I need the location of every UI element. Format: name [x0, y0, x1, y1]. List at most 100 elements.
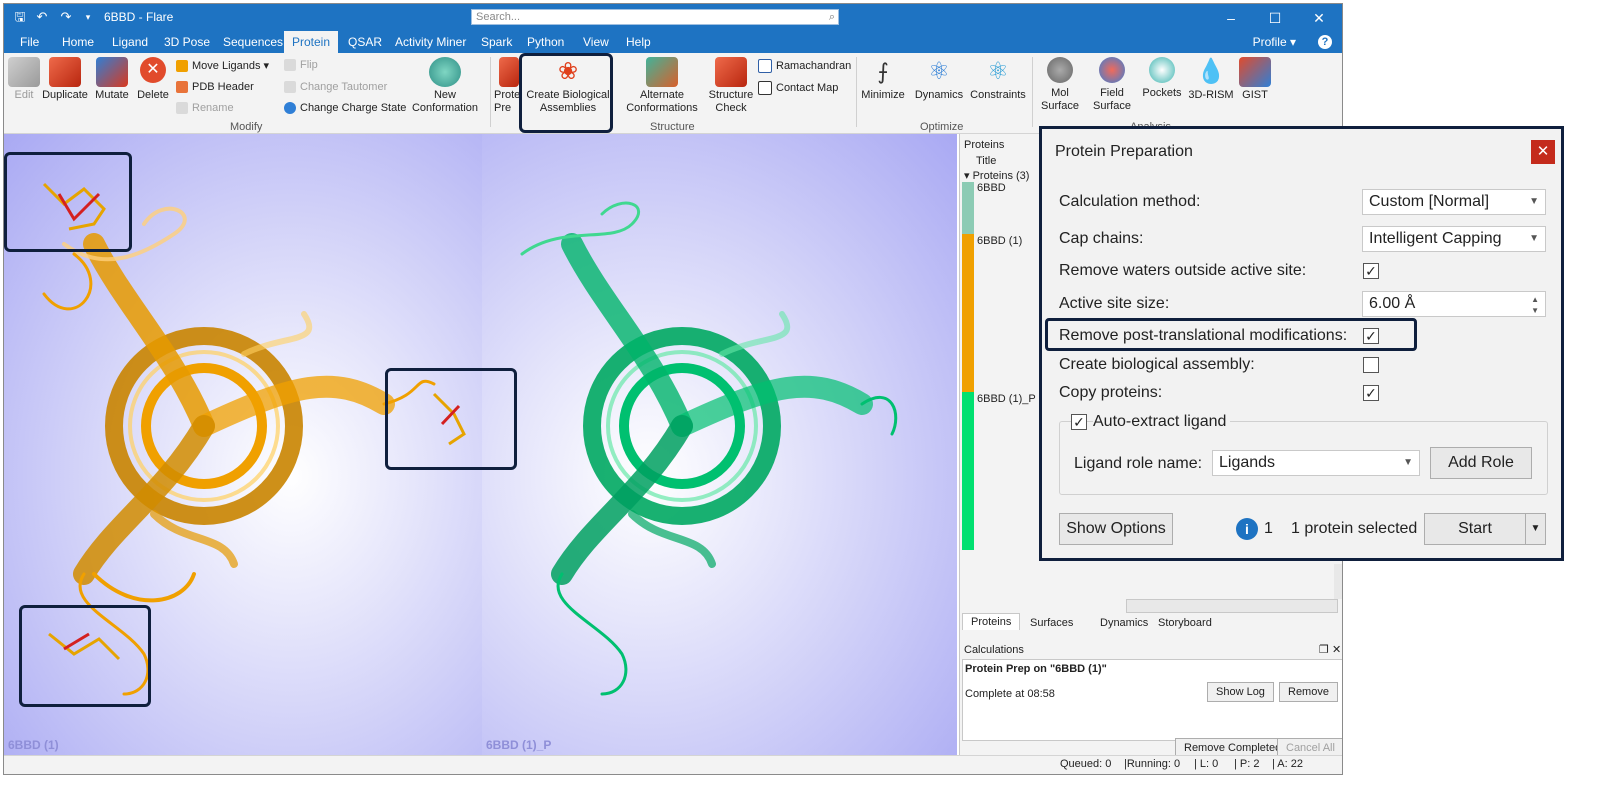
menu-ligand[interactable]: Ligand: [112, 35, 148, 49]
mol-surface-button[interactable]: Mol Surface: [1038, 57, 1082, 113]
copy-proteins-label: Copy proteins:: [1059, 384, 1163, 401]
search-icon[interactable]: ⌕: [829, 10, 835, 24]
title-column-header[interactable]: Title: [976, 155, 996, 167]
spinner-arrows-icon[interactable]: ▲ ▼: [1531, 294, 1539, 316]
proteins-group-row[interactable]: ▾ Proteins (3): [964, 169, 1029, 182]
protein-row-2[interactable]: 6BBD (1): [977, 235, 1022, 247]
constraints-button[interactable]: ⚛ Constraints: [970, 57, 1026, 102]
active-site-label: Active site size:: [1059, 295, 1170, 312]
contact-map-button[interactable]: Contact Map: [758, 81, 838, 95]
close-window-icon[interactable]: ✕: [1304, 7, 1334, 29]
pockets-label: Pockets: [1142, 87, 1182, 99]
quick-access-dropdown-icon[interactable]: ▾: [80, 9, 96, 25]
menu-bar: File Home Ligand 3D Pose Sequences Prote…: [4, 31, 1342, 53]
menu-help[interactable]: Help: [626, 35, 651, 49]
change-tautomer-button[interactable]: Change Tautomer: [284, 81, 387, 94]
remove-waters-checkbox[interactable]: ✓: [1363, 263, 1379, 279]
pdb-header-button[interactable]: PDB Header: [176, 81, 254, 94]
collapse-icon[interactable]: ▾: [964, 170, 970, 182]
flip-button[interactable]: Flip: [284, 59, 318, 72]
undo-icon[interactable]: ↶: [34, 9, 50, 25]
redo-icon[interactable]: ↷: [58, 9, 74, 25]
dialog-close-icon[interactable]: ✕: [1531, 140, 1555, 164]
menu-3d-pose[interactable]: 3D Pose: [164, 35, 210, 49]
show-options-button[interactable]: Show Options: [1059, 513, 1173, 545]
profile-menu[interactable]: Profile ▾: [1253, 35, 1296, 49]
menu-protein[interactable]: Protein: [284, 31, 339, 53]
active-site-size-spinner[interactable]: 6.00 Å ▲ ▼: [1362, 291, 1546, 317]
protein-color-strip-1: [962, 182, 974, 234]
alt-conf-label-1: Alternate: [639, 89, 685, 101]
ramachandran-button[interactable]: Ramachandran: [758, 59, 851, 73]
structure-check-button[interactable]: Structure Check: [706, 57, 756, 115]
info-icon[interactable]: i: [1236, 518, 1258, 540]
alternate-conformations-button[interactable]: Alternate Conformations: [626, 57, 698, 115]
status-running: |Running: 0: [1124, 758, 1181, 770]
calc-method-select[interactable]: Custom [Normal] ▼: [1362, 189, 1546, 215]
duplicate-label: Duplicate: [42, 89, 88, 101]
change-charge-state-button[interactable]: Change Charge State: [284, 102, 406, 115]
change-tautomer-icon: [284, 81, 296, 94]
tab-storyboard[interactable]: Storyboard: [1150, 615, 1220, 631]
active-site-value: 6.00 Å: [1369, 295, 1416, 312]
calc-method-value: Custom [Normal]: [1369, 193, 1490, 210]
duplicate-button[interactable]: Duplicate: [40, 57, 90, 102]
protein-row-3[interactable]: 6BBD (1)_P: [977, 393, 1036, 405]
menu-activity-miner[interactable]: Activity Miner: [395, 35, 466, 49]
menu-spark[interactable]: Spark: [481, 35, 512, 49]
search-placeholder: Search...: [476, 11, 521, 23]
copy-proteins-checkbox[interactable]: ✓: [1363, 385, 1379, 401]
maximize-window-icon[interactable]: ☐: [1260, 7, 1290, 29]
viewport-right[interactable]: 6BBD (1)_P: [482, 134, 957, 756]
horizontal-scrollbar[interactable]: [1126, 599, 1338, 613]
cap-chains-select[interactable]: Intelligent Capping ▼: [1362, 226, 1546, 252]
rename-button[interactable]: Rename: [176, 102, 234, 115]
tab-dynamics[interactable]: Dynamics: [1092, 615, 1156, 631]
mutate-button[interactable]: Mutate: [94, 57, 130, 102]
protein-row-1[interactable]: 6BBD: [977, 182, 1006, 194]
tab-surfaces[interactable]: Surfaces: [1022, 615, 1081, 631]
gist-icon: [1239, 57, 1271, 87]
close-panel-icon[interactable]: ✕: [1332, 643, 1341, 656]
tab-proteins[interactable]: Proteins: [962, 613, 1021, 630]
ramachandran-label: Ramachandran: [776, 59, 852, 72]
start-dropdown-icon[interactable]: ▼: [1525, 513, 1546, 545]
menu-home[interactable]: Home: [62, 35, 94, 49]
delete-button[interactable]: ✕ Delete: [136, 57, 170, 102]
gist-button[interactable]: GIST: [1238, 57, 1272, 102]
dialog-title: Protein Preparation: [1055, 143, 1193, 160]
save-icon[interactable]: 🖫: [12, 9, 28, 25]
flip-icon: [284, 59, 296, 72]
remove-button[interactable]: Remove: [1279, 682, 1338, 702]
menu-file[interactable]: File: [20, 35, 39, 49]
minimize-window-icon[interactable]: –: [1216, 7, 1246, 29]
flip-label: Flip: [300, 59, 318, 71]
auto-extract-checkbox[interactable]: ✓: [1071, 414, 1087, 430]
menu-sequences[interactable]: Sequences: [223, 35, 283, 49]
menu-view[interactable]: View: [583, 35, 609, 49]
vertical-scrollbar[interactable]: [1334, 564, 1342, 599]
menu-qsar[interactable]: QSAR: [348, 35, 382, 49]
start-button[interactable]: Start: [1424, 513, 1526, 545]
protein-preparation-dialog: Protein Preparation ✕ Calculation method…: [1039, 126, 1564, 561]
ligand-role-select[interactable]: Ligands ▼: [1212, 450, 1420, 476]
3d-rism-label: 3D-RISM: [1188, 89, 1234, 101]
menu-python[interactable]: Python: [527, 35, 564, 49]
new-conformation-button[interactable]: New Conformation: [406, 57, 484, 115]
3d-rism-button[interactable]: 💧 3D-RISM: [1188, 57, 1234, 102]
calculations-panel: Protein Prep on "6BBD (1)" Complete at 0…: [962, 659, 1342, 741]
show-log-button[interactable]: Show Log: [1207, 682, 1274, 702]
help-icon[interactable]: ?: [1318, 35, 1332, 49]
move-ligands-button[interactable]: Move Ligands ▾: [176, 59, 269, 73]
edit-label: Edit: [14, 89, 34, 101]
dynamics-button[interactable]: ⚛ Dynamics: [914, 57, 964, 102]
add-role-button[interactable]: Add Role: [1430, 447, 1532, 479]
pdb-header-icon: [176, 81, 188, 94]
field-surface-button[interactable]: Field Surface: [1090, 57, 1134, 113]
create-bio-assembly-checkbox[interactable]: [1363, 357, 1379, 373]
float-panel-icon[interactable]: ❐: [1319, 643, 1329, 656]
search-input[interactable]: Search... ⌕: [471, 9, 839, 25]
edit-button[interactable]: Edit: [8, 57, 40, 102]
pockets-button[interactable]: Pockets: [1142, 57, 1182, 100]
minimize-button[interactable]: ⨍ Minimize: [860, 57, 906, 102]
